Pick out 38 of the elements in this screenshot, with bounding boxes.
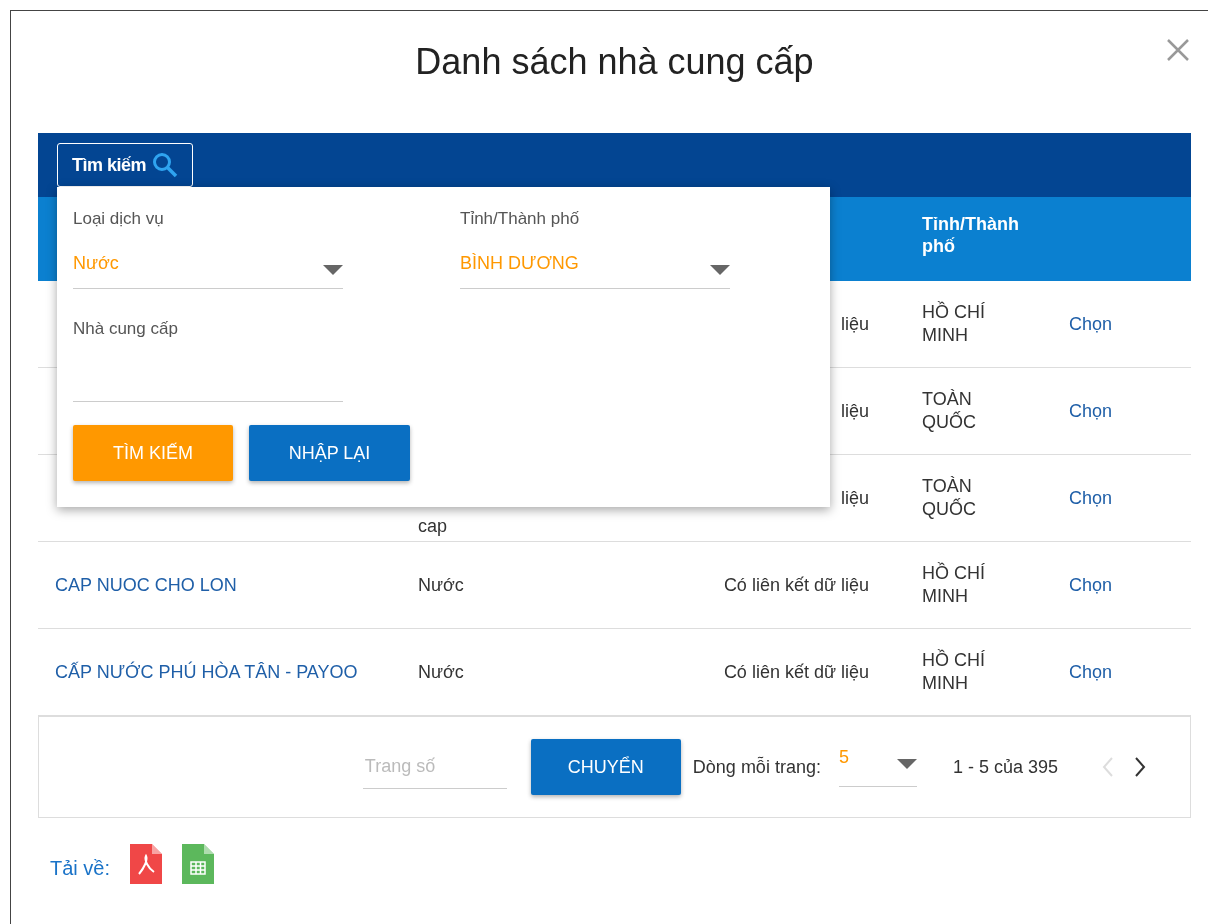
download-label: Tải về: bbox=[50, 856, 111, 880]
table-cell: liệu bbox=[840, 313, 869, 334]
table-cell: Nước bbox=[418, 661, 464, 682]
search-icon bbox=[152, 152, 179, 178]
spreadsheet-file-icon[interactable] bbox=[182, 844, 215, 884]
choose-link[interactable]: Chọn bbox=[1069, 400, 1113, 422]
table-cell: Nước bbox=[418, 574, 464, 595]
table-cell: Có liên kết dữ liệu bbox=[723, 574, 869, 595]
table-cell: TOÀN QUỐC bbox=[922, 389, 976, 432]
table-cell: HỒ CHÍ MINH bbox=[922, 650, 985, 693]
caret-icon bbox=[323, 265, 343, 275]
reset-button[interactable]: NHẬP LẠI bbox=[249, 425, 410, 481]
pdf-file-icon[interactable] bbox=[130, 844, 163, 884]
field-label: Loại dịch vụ bbox=[73, 209, 165, 229]
choose-link[interactable]: Chọn bbox=[1069, 487, 1113, 509]
table-cell: cap bbox=[418, 516, 448, 536]
search-toggle-button[interactable]: Tìm kiếm bbox=[57, 143, 194, 187]
choose-link[interactable]: Chọn bbox=[1069, 661, 1113, 683]
provider-link[interactable]: CAP NUOC CHO LON bbox=[55, 574, 237, 595]
table-cell: liệu bbox=[840, 400, 869, 421]
rows-per-page-label: Dòng mỗi trang: bbox=[692, 756, 821, 778]
table-cell: HỒ CHÍ MINH bbox=[922, 302, 985, 345]
caret-icon bbox=[710, 265, 730, 275]
close-icon[interactable] bbox=[1167, 39, 1189, 61]
column-header: Tỉnh/Thành phố bbox=[921, 213, 1020, 258]
table-cell: Có liên kết dữ liệu bbox=[723, 661, 869, 682]
provider-link[interactable]: CẤP NƯỚC PHÚ HÒA TÂN - PAYOO bbox=[55, 661, 358, 682]
field-label: Nhà cung cấp bbox=[73, 319, 179, 339]
go-button[interactable]: CHUYỂN bbox=[530, 739, 681, 795]
page-range: 1 - 5 của 395 bbox=[952, 756, 1058, 778]
choose-link[interactable]: Chọn bbox=[1069, 313, 1113, 335]
field-label: Tỉnh/Thành phố bbox=[460, 209, 581, 229]
choose-link[interactable]: Chọn bbox=[1069, 574, 1113, 596]
table-cell: TOÀN QUỐC bbox=[922, 476, 976, 519]
dialog-title: Danh sách nhà cung cấp bbox=[415, 41, 814, 83]
table-cell: liệu bbox=[840, 487, 869, 508]
table-cell: HỒ CHÍ MINH bbox=[922, 563, 985, 606]
caret-icon bbox=[896, 759, 917, 769]
